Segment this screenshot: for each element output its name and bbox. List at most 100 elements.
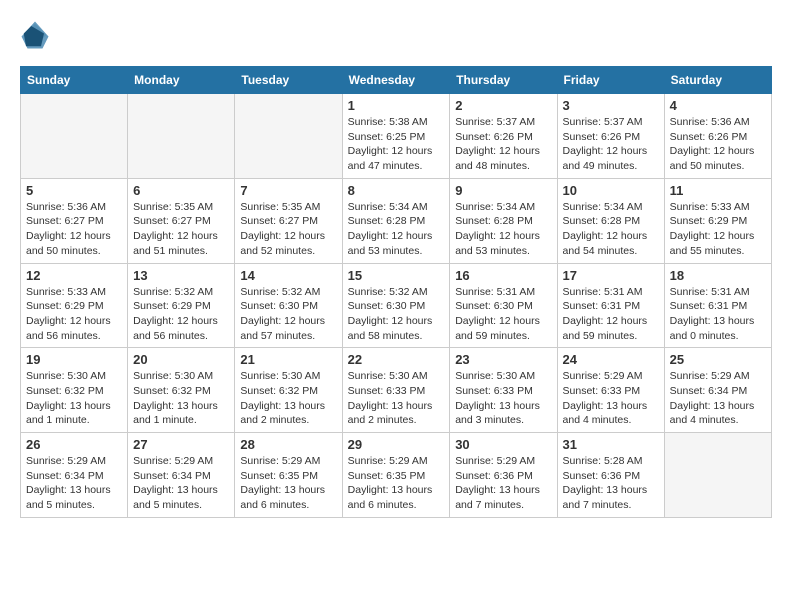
- week-row-4: 26 Sunrise: 5:29 AM Sunset: 6:34 PM Dayli…: [21, 433, 772, 518]
- calendar-cell: 24 Sunrise: 5:29 AM Sunset: 6:33 PM Dayli…: [557, 348, 664, 433]
- calendar-cell: 26 Sunrise: 5:29 AM Sunset: 6:34 PM Dayli…: [21, 433, 128, 518]
- day-number: 2: [455, 98, 551, 113]
- day-info: Sunrise: 5:34 AM Sunset: 6:28 PM Dayligh…: [348, 200, 445, 259]
- day-number: 5: [26, 183, 122, 198]
- day-number: 7: [240, 183, 336, 198]
- weekday-header-sunday: Sunday: [21, 67, 128, 94]
- calendar-cell: 9 Sunrise: 5:34 AM Sunset: 6:28 PM Daylig…: [450, 178, 557, 263]
- day-info: Sunrise: 5:38 AM Sunset: 6:25 PM Dayligh…: [348, 115, 445, 174]
- day-info: Sunrise: 5:34 AM Sunset: 6:28 PM Dayligh…: [563, 200, 659, 259]
- calendar-cell: 8 Sunrise: 5:34 AM Sunset: 6:28 PM Daylig…: [342, 178, 450, 263]
- day-info: Sunrise: 5:29 AM Sunset: 6:34 PM Dayligh…: [26, 454, 122, 513]
- day-number: 22: [348, 352, 445, 367]
- day-info: Sunrise: 5:31 AM Sunset: 6:31 PM Dayligh…: [563, 285, 659, 344]
- day-number: 16: [455, 268, 551, 283]
- calendar-cell: [21, 94, 128, 179]
- day-number: 26: [26, 437, 122, 452]
- week-row-1: 5 Sunrise: 5:36 AM Sunset: 6:27 PM Daylig…: [21, 178, 772, 263]
- calendar-cell: 13Sunrise: 5:32 AM Sunset: 6:29 PM Dayli…: [128, 263, 235, 348]
- week-row-0: 1 Sunrise: 5:38 AM Sunset: 6:25 PM Daylig…: [21, 94, 772, 179]
- calendar-cell: 6 Sunrise: 5:35 AM Sunset: 6:27 PM Daylig…: [128, 178, 235, 263]
- day-number: 15: [348, 268, 445, 283]
- day-info: Sunrise: 5:32 AM Sunset: 6:30 PM Dayligh…: [240, 285, 336, 344]
- calendar-cell: 7 Sunrise: 5:35 AM Sunset: 6:27 PM Daylig…: [235, 178, 342, 263]
- day-number: 24: [563, 352, 659, 367]
- calendar-cell: 5 Sunrise: 5:36 AM Sunset: 6:27 PM Daylig…: [21, 178, 128, 263]
- day-number: 3: [563, 98, 659, 113]
- calendar-cell: 23 Sunrise: 5:30 AM Sunset: 6:33 PM Dayli…: [450, 348, 557, 433]
- calendar-cell: 16 Sunrise: 5:31 AM Sunset: 6:30 PM Dayli…: [450, 263, 557, 348]
- logo: [20, 20, 54, 50]
- calendar-cell: [235, 94, 342, 179]
- calendar-cell: 15Sunrise: 5:32 AM Sunset: 6:30 PM Dayli…: [342, 263, 450, 348]
- day-info: Sunrise: 5:37 AM Sunset: 6:26 PM Dayligh…: [563, 115, 659, 174]
- calendar-cell: 11 Sunrise: 5:33 AM Sunset: 6:29 PM Dayli…: [664, 178, 771, 263]
- day-info: Sunrise: 5:30 AM Sunset: 6:33 PM Dayligh…: [455, 369, 551, 428]
- calendar-cell: 10 Sunrise: 5:34 AM Sunset: 6:28 PM Dayli…: [557, 178, 664, 263]
- day-number: 27: [133, 437, 229, 452]
- calendar-cell: 31Sunrise: 5:28 AM Sunset: 6:36 PM Dayli…: [557, 433, 664, 518]
- day-number: 10: [563, 183, 659, 198]
- day-number: 20: [133, 352, 229, 367]
- day-info: Sunrise: 5:29 AM Sunset: 6:35 PM Dayligh…: [348, 454, 445, 513]
- calendar-cell: 25 Sunrise: 5:29 AM Sunset: 6:34 PM Dayli…: [664, 348, 771, 433]
- weekday-header-thursday: Thursday: [450, 67, 557, 94]
- day-info: Sunrise: 5:33 AM Sunset: 6:29 PM Dayligh…: [26, 285, 122, 344]
- day-number: 31: [563, 437, 659, 452]
- day-number: 25: [670, 352, 766, 367]
- day-number: 6: [133, 183, 229, 198]
- day-info: Sunrise: 5:31 AM Sunset: 6:31 PM Dayligh…: [670, 285, 766, 344]
- calendar-cell: 4 Sunrise: 5:36 AM Sunset: 6:26 PM Daylig…: [664, 94, 771, 179]
- weekday-header-tuesday: Tuesday: [235, 67, 342, 94]
- calendar-cell: 22 Sunrise: 5:30 AM Sunset: 6:33 PM Dayli…: [342, 348, 450, 433]
- calendar-cell: 12Sunrise: 5:33 AM Sunset: 6:29 PM Dayli…: [21, 263, 128, 348]
- logo-icon: [20, 20, 50, 50]
- day-info: Sunrise: 5:29 AM Sunset: 6:33 PM Dayligh…: [563, 369, 659, 428]
- day-info: Sunrise: 5:35 AM Sunset: 6:27 PM Dayligh…: [133, 200, 229, 259]
- calendar-cell: 20 Sunrise: 5:30 AM Sunset: 6:32 PM Dayli…: [128, 348, 235, 433]
- week-row-3: 19 Sunrise: 5:30 AM Sunset: 6:32 PM Dayli…: [21, 348, 772, 433]
- day-info: Sunrise: 5:36 AM Sunset: 6:27 PM Dayligh…: [26, 200, 122, 259]
- day-number: 23: [455, 352, 551, 367]
- day-info: Sunrise: 5:30 AM Sunset: 6:32 PM Dayligh…: [26, 369, 122, 428]
- calendar-cell: 28Sunrise: 5:29 AM Sunset: 6:35 PM Dayli…: [235, 433, 342, 518]
- day-number: 1: [348, 98, 445, 113]
- calendar-cell: 29 Sunrise: 5:29 AM Sunset: 6:35 PM Dayli…: [342, 433, 450, 518]
- day-number: 18: [670, 268, 766, 283]
- day-number: 28: [240, 437, 336, 452]
- calendar-cell: 30Sunrise: 5:29 AM Sunset: 6:36 PM Dayli…: [450, 433, 557, 518]
- day-number: 11: [670, 183, 766, 198]
- day-info: Sunrise: 5:29 AM Sunset: 6:34 PM Dayligh…: [670, 369, 766, 428]
- weekday-header-row: SundayMondayTuesdayWednesdayThursdayFrid…: [21, 67, 772, 94]
- calendar-cell: [664, 433, 771, 518]
- day-info: Sunrise: 5:34 AM Sunset: 6:28 PM Dayligh…: [455, 200, 551, 259]
- day-info: Sunrise: 5:32 AM Sunset: 6:29 PM Dayligh…: [133, 285, 229, 344]
- day-number: 19: [26, 352, 122, 367]
- day-number: 8: [348, 183, 445, 198]
- weekday-header-wednesday: Wednesday: [342, 67, 450, 94]
- calendar-cell: 27Sunrise: 5:29 AM Sunset: 6:34 PM Dayli…: [128, 433, 235, 518]
- day-number: 21: [240, 352, 336, 367]
- week-row-2: 12Sunrise: 5:33 AM Sunset: 6:29 PM Dayli…: [21, 263, 772, 348]
- day-info: Sunrise: 5:30 AM Sunset: 6:32 PM Dayligh…: [133, 369, 229, 428]
- day-info: Sunrise: 5:35 AM Sunset: 6:27 PM Dayligh…: [240, 200, 336, 259]
- day-info: Sunrise: 5:33 AM Sunset: 6:29 PM Dayligh…: [670, 200, 766, 259]
- calendar-cell: 3 Sunrise: 5:37 AM Sunset: 6:26 PM Daylig…: [557, 94, 664, 179]
- calendar-table: SundayMondayTuesdayWednesdayThursdayFrid…: [20, 66, 772, 518]
- day-number: 29: [348, 437, 445, 452]
- day-info: Sunrise: 5:29 AM Sunset: 6:36 PM Dayligh…: [455, 454, 551, 513]
- day-number: 4: [670, 98, 766, 113]
- day-info: Sunrise: 5:30 AM Sunset: 6:33 PM Dayligh…: [348, 369, 445, 428]
- calendar-cell: 14 Sunrise: 5:32 AM Sunset: 6:30 PM Dayli…: [235, 263, 342, 348]
- day-number: 9: [455, 183, 551, 198]
- day-info: Sunrise: 5:31 AM Sunset: 6:30 PM Dayligh…: [455, 285, 551, 344]
- calendar-cell: 2 Sunrise: 5:37 AM Sunset: 6:26 PM Daylig…: [450, 94, 557, 179]
- calendar-cell: 17Sunrise: 5:31 AM Sunset: 6:31 PM Dayli…: [557, 263, 664, 348]
- weekday-header-friday: Friday: [557, 67, 664, 94]
- day-info: Sunrise: 5:36 AM Sunset: 6:26 PM Dayligh…: [670, 115, 766, 174]
- day-number: 14: [240, 268, 336, 283]
- calendar-cell: 1 Sunrise: 5:38 AM Sunset: 6:25 PM Daylig…: [342, 94, 450, 179]
- calendar-cell: 21 Sunrise: 5:30 AM Sunset: 6:32 PM Dayli…: [235, 348, 342, 433]
- day-info: Sunrise: 5:37 AM Sunset: 6:26 PM Dayligh…: [455, 115, 551, 174]
- day-info: Sunrise: 5:30 AM Sunset: 6:32 PM Dayligh…: [240, 369, 336, 428]
